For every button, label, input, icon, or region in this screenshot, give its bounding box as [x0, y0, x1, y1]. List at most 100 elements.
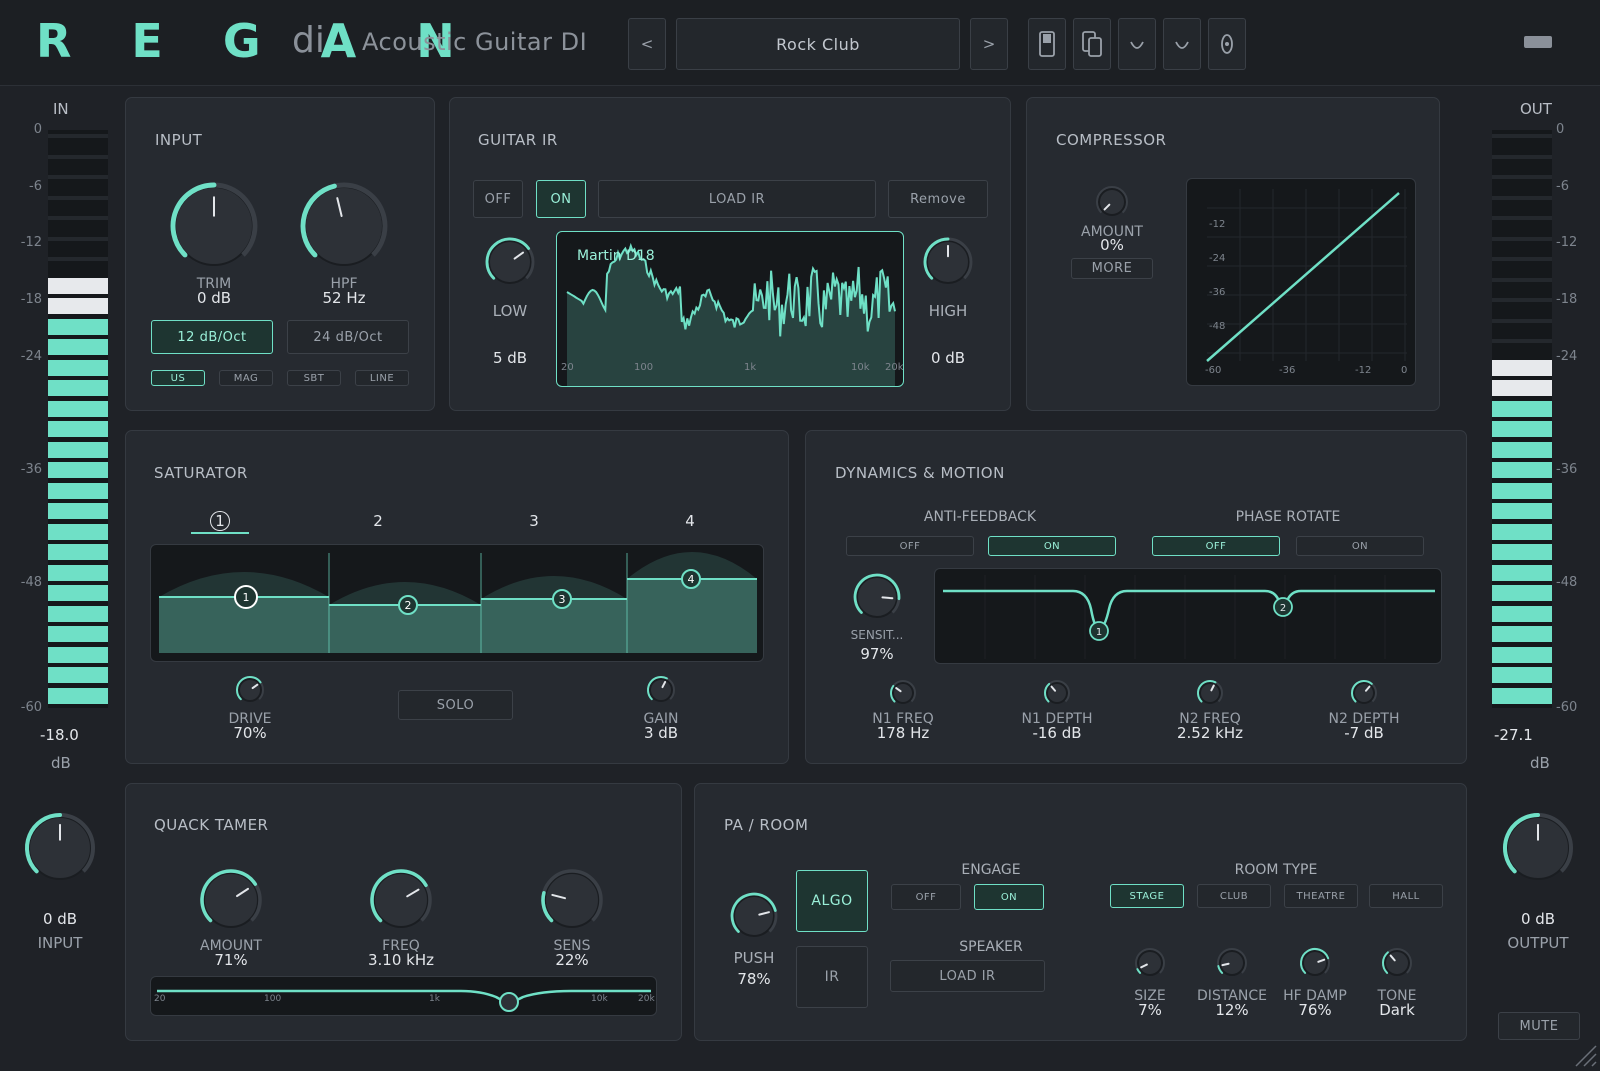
tone-knob[interactable]	[1380, 946, 1414, 980]
ir-tick-20: 20	[561, 362, 574, 373]
ir-curve-fill	[567, 246, 895, 386]
input-gain-label: INPUT	[37, 934, 83, 952]
sensitivity-knob[interactable]	[852, 572, 902, 622]
copy-preset-button[interactable]	[1073, 18, 1111, 70]
meter-segment-on	[48, 400, 108, 417]
quack-freq-handle[interactable]	[499, 992, 519, 1012]
mute-button[interactable]: MUTE	[1498, 1012, 1580, 1040]
room-hall-button[interactable]: HALL	[1369, 884, 1443, 908]
sat-band-tab-3[interactable]: 3	[504, 512, 564, 530]
meter-segment-off	[1492, 175, 1552, 179]
settings-button[interactable]	[1208, 18, 1246, 70]
meter-segment-on	[48, 687, 108, 704]
sat-band-handle-label: 2	[405, 599, 412, 612]
quack-amount-knob[interactable]	[199, 868, 263, 932]
speaker-load-ir-button[interactable]: LOAD IR	[890, 960, 1045, 992]
n2-depth-knob[interactable]	[1349, 678, 1379, 708]
save-preset-button[interactable]	[1028, 18, 1066, 70]
sat-band-handle-label: 3	[559, 593, 566, 606]
slope-24-button[interactable]: 24 dB/Oct	[287, 320, 409, 354]
n1-freq-knob[interactable]	[888, 678, 918, 708]
undo-button[interactable]	[1118, 18, 1156, 70]
preset-prev-button[interactable]: <	[628, 18, 666, 70]
comp-x-tick-60: -60	[1205, 365, 1222, 376]
slope-12-button[interactable]: 12 dB/Oct	[151, 320, 273, 354]
guitar-ir-off-button[interactable]: OFF	[473, 180, 523, 218]
comp-amount-knob[interactable]	[1094, 184, 1130, 220]
comp-x-tick-36: -36	[1279, 365, 1296, 376]
n1-depth-knob[interactable]	[1042, 678, 1072, 708]
meter-segment-on	[1492, 605, 1552, 622]
redo-button[interactable]	[1163, 18, 1201, 70]
pa-room-title: PA / ROOM	[724, 816, 809, 834]
n2-freq-knob[interactable]	[1195, 678, 1225, 708]
quack-tick-1k: 1k	[429, 994, 440, 1004]
meter-segment-on	[48, 359, 108, 376]
meter-segment-on	[1492, 503, 1552, 519]
sat-band-fill	[627, 579, 757, 653]
drive-value: 70%	[233, 724, 267, 742]
comp-more-button[interactable]: MORE	[1071, 258, 1153, 279]
comp-x-tick-12: -12	[1355, 365, 1372, 376]
phase-rotate-off-button[interactable]: OFF	[1152, 536, 1280, 556]
comp-y-tick-48: -48	[1209, 321, 1226, 332]
trim-knob[interactable]	[170, 182, 258, 270]
ir-low-value: 5 dB	[492, 349, 528, 367]
anti-feedback-on-button[interactable]: ON	[988, 536, 1116, 556]
engage-off-button[interactable]: OFF	[891, 884, 961, 910]
preset-next-button[interactable]: >	[970, 18, 1008, 70]
input-gain-knob[interactable]	[24, 812, 96, 884]
meter-segment-on	[1492, 687, 1552, 704]
pickup-sbt-button[interactable]: SBT	[287, 370, 341, 386]
notch-curve-graph[interactable]: 12	[935, 569, 1442, 664]
redo-icon	[1175, 41, 1189, 49]
resize-handle-icon[interactable]	[1574, 1042, 1598, 1068]
sat-band-tab-4[interactable]: 4	[660, 512, 720, 530]
quack-response-curve[interactable]	[151, 977, 657, 1016]
quack-sens-knob[interactable]	[540, 868, 604, 932]
meter-segment-off	[1492, 318, 1552, 323]
phase-rotate-on-button[interactable]: ON	[1296, 536, 1424, 556]
ir-mode-button[interactable]: IR	[796, 946, 868, 1008]
meter-tick-label: -18	[20, 291, 42, 307]
room-theatre-button[interactable]: THEATRE	[1284, 884, 1358, 908]
push-knob[interactable]	[729, 891, 779, 941]
menu-icon[interactable]	[1524, 36, 1552, 48]
anti-feedback-off-button[interactable]: OFF	[846, 536, 974, 556]
saturator-band-graph[interactable]: 1 2 3 4	[151, 545, 764, 662]
pickup-mag-button[interactable]: MAG	[219, 370, 273, 386]
sat-band-tab-2[interactable]: 2	[348, 512, 408, 530]
ir-low-knob[interactable]	[484, 236, 536, 288]
output-meter-unit: dB	[1530, 754, 1550, 772]
sensitivity-label: SENSIT...	[850, 628, 904, 642]
ir-response-display: Martin D18 20 100 1k 10k 20k	[556, 231, 904, 387]
room-distance-knob[interactable]	[1215, 946, 1249, 980]
engage-on-button[interactable]: ON	[974, 884, 1044, 910]
pickup-us-button[interactable]: US	[151, 370, 205, 386]
preset-selector[interactable]: Rock Club	[676, 18, 960, 70]
meter-segment-on	[1492, 400, 1552, 417]
sat-band-tab-1[interactable]: 1	[190, 511, 250, 531]
notch-curve-line	[943, 589, 1435, 631]
output-gain-value: 0 dB	[1520, 910, 1556, 928]
algo-button[interactable]: ALGO	[796, 870, 868, 932]
quack-freq-knob[interactable]	[369, 868, 433, 932]
load-ir-button[interactable]: LOAD IR	[598, 180, 876, 218]
remove-ir-button[interactable]: Remove	[888, 180, 988, 218]
hf-damp-knob[interactable]	[1298, 946, 1332, 980]
pickup-line-button[interactable]: LINE	[355, 370, 409, 386]
meter-segment-off	[1492, 236, 1552, 241]
hpf-knob[interactable]	[300, 182, 388, 270]
sat-gain-knob[interactable]	[645, 674, 677, 706]
guitar-ir-on-button[interactable]: ON	[536, 180, 586, 218]
room-stage-button[interactable]: STAGE	[1110, 884, 1184, 908]
output-gain-knob[interactable]	[1502, 812, 1574, 884]
drive-knob[interactable]	[234, 674, 266, 706]
output-level-meter	[1492, 130, 1552, 708]
ir-high-knob[interactable]	[922, 236, 974, 288]
meter-segment-on	[48, 339, 108, 355]
room-size-knob[interactable]	[1133, 946, 1167, 980]
room-club-button[interactable]: CLUB	[1197, 884, 1271, 908]
meter-segment-off	[1492, 134, 1552, 138]
solo-button[interactable]: SOLO	[398, 690, 513, 720]
